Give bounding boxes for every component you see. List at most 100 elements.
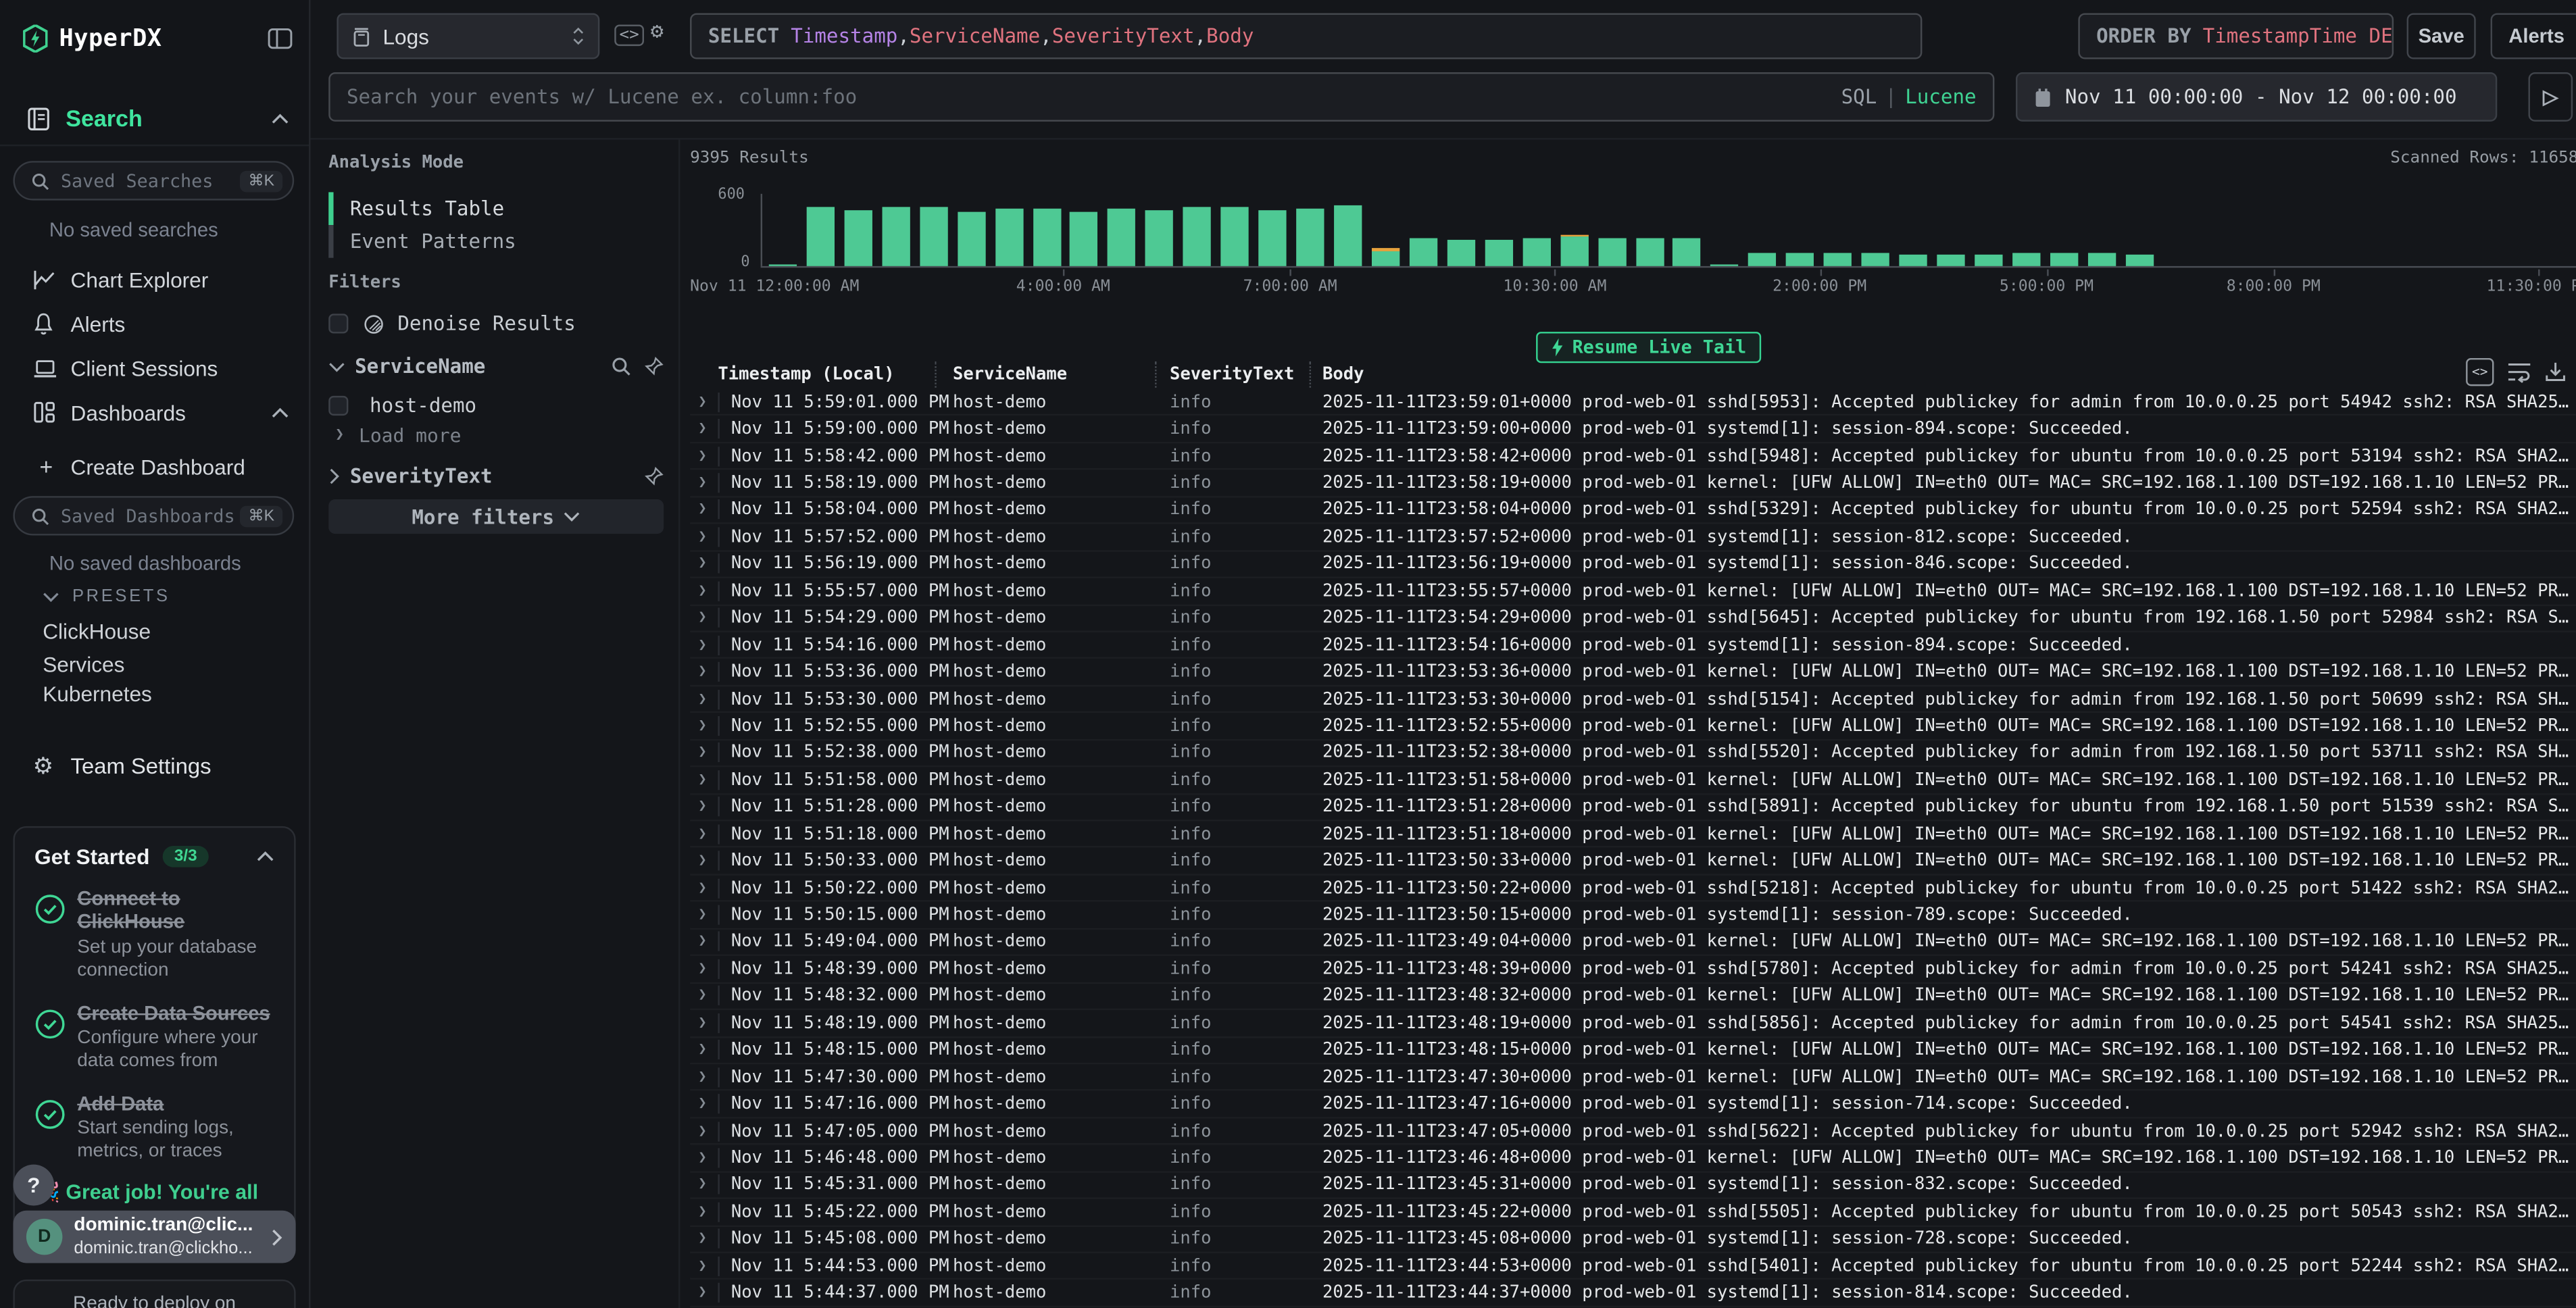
row-expand-icon[interactable]: ❯ (690, 718, 718, 734)
row-expand-icon[interactable]: ❯ (690, 988, 718, 1004)
log-row[interactable]: ❯Nov 11 5:50:22.000 PMhost-demoinfo2025-… (690, 875, 2576, 902)
log-row[interactable]: ❯Nov 11 5:58:42.000 PMhost-demoinfo2025-… (690, 443, 2576, 470)
chart-bar[interactable] (1857, 195, 1895, 266)
orderby-clause-input[interactable]: ORDER BY TimestampTime DESC (2078, 13, 2394, 59)
row-expand-icon[interactable]: ❯ (690, 961, 718, 977)
get-started-item[interactable]: Connect to ClickHouseSet up your databas… (34, 887, 274, 983)
denoise-results-toggle[interactable]: Denoise Results (328, 309, 664, 338)
filter-value-host-demo[interactable]: host-demo (328, 391, 664, 419)
row-expand-icon[interactable]: ❯ (690, 556, 718, 572)
row-expand-icon[interactable]: ❯ (690, 853, 718, 869)
sidebar-item-client-sessions[interactable]: Client Sessions (0, 350, 309, 386)
chart-bar[interactable] (1668, 195, 1706, 266)
wrap-lines-icon[interactable] (2507, 361, 2531, 383)
chart-bar[interactable] (1103, 195, 1141, 266)
row-expand-icon[interactable]: ❯ (690, 448, 718, 464)
chart-bar[interactable] (1631, 195, 1668, 266)
create-dashboard-button[interactable]: + Create Dashboard (0, 449, 309, 484)
chart-bar[interactable] (839, 195, 877, 266)
mode-event-patterns[interactable]: Event Patterns (328, 225, 664, 258)
chart-bar[interactable] (2309, 195, 2347, 266)
col-body[interactable]: Body (1322, 365, 1364, 384)
log-row[interactable]: ❯Nov 11 5:45:22.000 PMhost-demoinfo2025-… (690, 1199, 2576, 1226)
chart-bar[interactable] (1819, 195, 1857, 266)
chart-bar[interactable] (2271, 195, 2309, 266)
row-expand-icon[interactable]: ❯ (690, 1123, 718, 1139)
histogram-chart[interactable]: 600 0 Nov 11 12:00:00 AM4:00:00 AM7:00:0… (690, 174, 2576, 293)
chart-bar[interactable] (1141, 195, 1179, 266)
chart-bar[interactable] (2460, 195, 2498, 266)
pin-icon[interactable] (644, 466, 664, 486)
chart-bar[interactable] (2384, 195, 2422, 266)
row-expand-icon[interactable]: ❯ (690, 1096, 718, 1112)
log-row[interactable]: ❯Nov 11 5:47:05.000 PMhost-demoinfo2025-… (690, 1118, 2576, 1145)
log-row[interactable]: ❯Nov 11 5:48:19.000 PMhost-demoinfo2025-… (690, 1010, 2576, 1037)
row-expand-icon[interactable]: ❯ (690, 1204, 718, 1220)
row-expand-icon[interactable]: ❯ (690, 1042, 718, 1058)
pin-icon[interactable] (644, 357, 664, 376)
chart-bar[interactable] (1781, 195, 1819, 266)
chart-bar[interactable] (877, 195, 915, 266)
row-expand-icon[interactable]: ❯ (690, 394, 718, 410)
chart-bar[interactable] (1254, 195, 1291, 266)
log-row[interactable]: ❯Nov 11 5:59:01.000 PMhost-demoinfo2025-… (690, 389, 2576, 416)
chart-bar[interactable] (952, 195, 990, 266)
row-expand-icon[interactable]: ❯ (690, 934, 718, 950)
chevron-up-icon[interactable] (256, 851, 274, 862)
preset-kubernetes[interactable]: Kubernetes (43, 682, 152, 706)
log-row[interactable]: ❯Nov 11 5:44:37.000 PMhost-demoinfo2025-… (690, 1280, 2576, 1307)
row-expand-icon[interactable]: ❯ (690, 583, 718, 599)
chart-bar[interactable] (1518, 195, 1556, 266)
chart-bar[interactable] (1556, 195, 1593, 266)
row-expand-icon[interactable]: ❯ (690, 745, 718, 761)
load-more-button[interactable]: ❯ Load more (328, 422, 664, 447)
chart-bar[interactable] (1593, 195, 1631, 266)
log-row[interactable]: ❯Nov 11 5:48:39.000 PMhost-demoinfo2025-… (690, 956, 2576, 983)
chart-bar[interactable] (2535, 195, 2573, 266)
column-separator[interactable] (935, 361, 936, 388)
log-row[interactable]: ❯Nov 11 5:47:30.000 PMhost-demoinfo2025-… (690, 1064, 2576, 1091)
chart-bar[interactable] (1743, 195, 1781, 266)
log-row[interactable]: ❯Nov 11 5:47:16.000 PMhost-demoinfo2025-… (690, 1091, 2576, 1118)
chart-bar[interactable] (1970, 195, 2008, 266)
log-row[interactable]: ❯Nov 11 5:58:04.000 PMhost-demoinfo2025-… (690, 497, 2576, 524)
chart-bar[interactable] (764, 195, 801, 266)
chart-bar[interactable] (1066, 195, 1104, 266)
chart-bar[interactable] (1442, 195, 1480, 266)
log-row[interactable]: ❯Nov 11 5:54:16.000 PMhost-demoinfo2025-… (690, 632, 2576, 659)
more-filters-button[interactable]: More filters (328, 499, 664, 534)
row-expand-icon[interactable]: ❯ (690, 826, 718, 842)
log-row[interactable]: ❯Nov 11 5:44:53.000 PMhost-demoinfo2025-… (690, 1253, 2576, 1280)
chart-bar[interactable] (2121, 195, 2158, 266)
saved-dashboards-input[interactable]: Saved Dashboards ⌘K (13, 496, 294, 535)
log-row[interactable]: ❯Nov 11 5:45:31.000 PMhost-demoinfo2025-… (690, 1172, 2576, 1199)
chart-bar[interactable] (1894, 195, 1932, 266)
alerts-button[interactable]: Alerts (2491, 13, 2576, 59)
sidebar-item-alerts[interactable]: Alerts (0, 305, 309, 341)
chart-bar[interactable] (1404, 195, 1442, 266)
col-severitytext[interactable]: SeverityText (1170, 365, 1294, 384)
row-expand-icon[interactable]: ❯ (690, 1069, 718, 1085)
log-row[interactable]: ❯Nov 11 5:48:32.000 PMhost-demoinfo2025-… (690, 983, 2576, 1010)
help-button[interactable]: ? (13, 1165, 54, 1206)
log-row[interactable]: ❯Nov 11 5:50:15.000 PMhost-demoinfo2025-… (690, 902, 2576, 929)
chart-bar[interactable] (1706, 195, 1744, 266)
log-row[interactable]: ❯Nov 11 5:54:29.000 PMhost-demoinfo2025-… (690, 605, 2576, 632)
chart-bar[interactable] (2045, 195, 2083, 266)
preset-clickhouse[interactable]: ClickHouse (43, 620, 151, 644)
chart-bar[interactable] (801, 195, 839, 266)
preset-services[interactable]: Services (43, 652, 124, 676)
sidebar-item-chart-explorer[interactable]: Chart Explorer (0, 261, 309, 297)
row-expand-icon[interactable]: ❯ (690, 799, 718, 815)
row-expand-icon[interactable]: ❯ (690, 1231, 718, 1247)
row-expand-icon[interactable]: ❯ (690, 502, 718, 518)
filter-group-servicename[interactable]: ServiceName (328, 351, 664, 381)
download-icon[interactable] (2545, 361, 2567, 383)
chart-bar[interactable] (2158, 195, 2196, 266)
chart-bar[interactable] (1028, 195, 1066, 266)
log-row[interactable]: ❯Nov 11 5:52:38.000 PMhost-demoinfo2025-… (690, 740, 2576, 768)
log-row[interactable]: ❯Nov 11 5:53:36.000 PMhost-demoinfo2025-… (690, 659, 2576, 686)
row-expand-icon[interactable]: ❯ (690, 529, 718, 545)
row-expand-icon[interactable]: ❯ (690, 1177, 718, 1193)
chart-bar[interactable] (2498, 195, 2535, 266)
